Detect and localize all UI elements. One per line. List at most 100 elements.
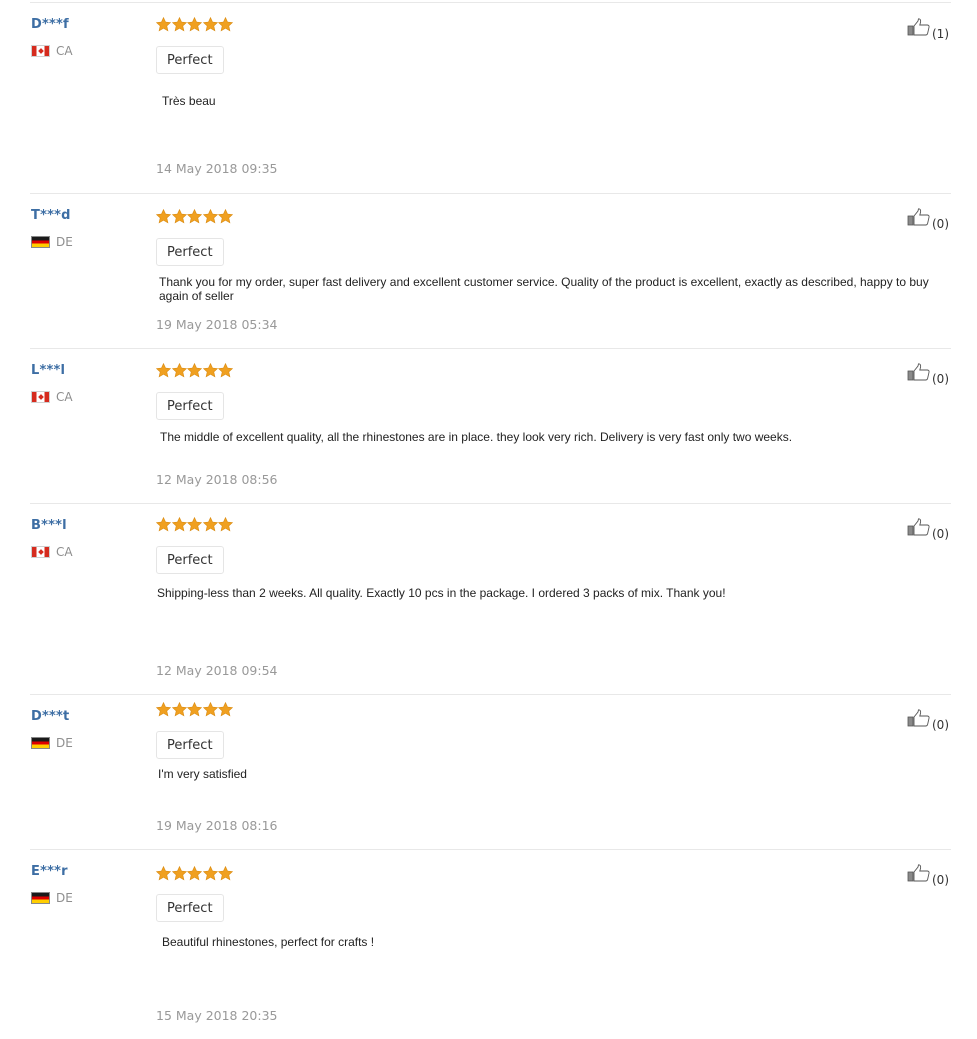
helpful-button[interactable]: (1) bbox=[907, 18, 949, 41]
helpful-button[interactable]: (0) bbox=[907, 363, 949, 386]
star-icon bbox=[187, 363, 202, 378]
flag-icon bbox=[31, 236, 50, 248]
flag-icon bbox=[31, 391, 50, 403]
buyer-name: L***l bbox=[31, 363, 66, 378]
buyer-name: T***d bbox=[31, 208, 71, 223]
country-code: CA bbox=[56, 390, 73, 404]
star-icon bbox=[156, 702, 171, 717]
buyer-name: D***t bbox=[31, 709, 70, 724]
star-rating bbox=[156, 517, 234, 532]
country-code: DE bbox=[56, 891, 73, 905]
buyer-country: DE bbox=[31, 891, 73, 905]
star-icon bbox=[218, 866, 233, 881]
rating-label: Perfect bbox=[156, 238, 224, 266]
divider bbox=[30, 694, 951, 695]
buyer-country: DE bbox=[31, 235, 73, 249]
thumbs-up-icon bbox=[907, 363, 931, 386]
star-icon bbox=[171, 363, 187, 378]
star-icon bbox=[171, 17, 187, 32]
star-rating bbox=[156, 866, 234, 881]
helpful-count: (0) bbox=[932, 372, 949, 386]
review-text: Shipping-less than 2 weeks. All quality.… bbox=[157, 586, 726, 600]
helpful-count: (0) bbox=[932, 873, 949, 887]
helpful-button[interactable]: (0) bbox=[907, 518, 949, 541]
star-icon bbox=[156, 209, 171, 224]
buyer-name: E***r bbox=[31, 864, 68, 879]
rating-label: Perfect bbox=[156, 894, 224, 922]
buyer-country: CA bbox=[31, 545, 73, 559]
star-icon bbox=[218, 517, 233, 532]
divider bbox=[30, 849, 951, 850]
review-text: Beautiful rhinestones, perfect for craft… bbox=[162, 935, 375, 949]
review-date: 19 May 2018 05:34 bbox=[156, 317, 278, 332]
star-icon bbox=[218, 209, 233, 224]
helpful-count: (0) bbox=[932, 527, 949, 541]
star-icon bbox=[187, 209, 202, 224]
country-code: DE bbox=[56, 736, 73, 750]
star-icon bbox=[156, 517, 171, 532]
divider bbox=[30, 348, 951, 349]
review-date: 19 May 2018 08:16 bbox=[156, 818, 278, 833]
star-icon bbox=[218, 17, 233, 32]
star-icon bbox=[202, 702, 218, 717]
buyer-country: CA bbox=[31, 44, 73, 58]
review-date: 15 May 2018 20:35 bbox=[156, 1008, 278, 1023]
review-date: 12 May 2018 09:54 bbox=[156, 663, 278, 678]
flag-icon bbox=[31, 45, 50, 57]
helpful-button[interactable]: (0) bbox=[907, 864, 949, 887]
divider bbox=[30, 2, 951, 3]
review-text: Très beau bbox=[162, 94, 216, 108]
star-icon bbox=[171, 866, 187, 881]
divider bbox=[30, 193, 951, 194]
flag-icon bbox=[31, 546, 50, 558]
review-date: 12 May 2018 08:56 bbox=[156, 472, 278, 487]
star-icon bbox=[218, 702, 233, 717]
buyer-country: DE bbox=[31, 736, 73, 750]
rating-label: Perfect bbox=[156, 731, 224, 759]
star-icon bbox=[156, 866, 171, 881]
helpful-count: (1) bbox=[932, 27, 949, 41]
helpful-count: (0) bbox=[932, 718, 949, 732]
review-text: The middle of excellent quality, all the… bbox=[160, 430, 793, 444]
star-icon bbox=[202, 209, 218, 224]
thumbs-up-icon bbox=[907, 518, 931, 541]
divider bbox=[30, 503, 951, 504]
buyer-country: CA bbox=[31, 390, 73, 404]
thumbs-up-icon bbox=[907, 208, 931, 231]
star-icon bbox=[202, 363, 218, 378]
star-icon bbox=[171, 209, 187, 224]
helpful-button[interactable]: (0) bbox=[907, 208, 949, 231]
star-rating bbox=[156, 17, 234, 32]
star-icon bbox=[187, 866, 202, 881]
flag-icon bbox=[31, 892, 50, 904]
star-icon bbox=[171, 517, 187, 532]
buyer-name: D***f bbox=[31, 17, 69, 32]
helpful-button[interactable]: (0) bbox=[907, 709, 949, 732]
star-icon bbox=[156, 17, 171, 32]
country-code: CA bbox=[56, 545, 73, 559]
thumbs-up-icon bbox=[907, 864, 931, 887]
star-icon bbox=[202, 517, 218, 532]
rating-label: Perfect bbox=[156, 46, 224, 74]
rating-label: Perfect bbox=[156, 546, 224, 574]
country-code: CA bbox=[56, 44, 73, 58]
star-rating bbox=[156, 702, 234, 717]
star-icon bbox=[187, 517, 202, 532]
thumbs-up-icon bbox=[907, 709, 931, 732]
rating-label: Perfect bbox=[156, 392, 224, 420]
star-icon bbox=[218, 363, 233, 378]
flag-icon bbox=[31, 737, 50, 749]
star-icon bbox=[202, 866, 218, 881]
star-icon bbox=[187, 702, 202, 717]
star-rating bbox=[156, 209, 234, 224]
star-rating bbox=[156, 363, 234, 378]
buyer-name: B***l bbox=[31, 518, 67, 533]
review-list: D***f CA Perfect Très beau 14 May 2018 0… bbox=[0, 0, 977, 1039]
star-icon bbox=[202, 17, 218, 32]
country-code: DE bbox=[56, 235, 73, 249]
review-text: I'm very satisfied bbox=[158, 767, 247, 781]
star-icon bbox=[187, 17, 202, 32]
star-icon bbox=[171, 702, 187, 717]
star-icon bbox=[156, 363, 171, 378]
review-date: 14 May 2018 09:35 bbox=[156, 161, 278, 176]
